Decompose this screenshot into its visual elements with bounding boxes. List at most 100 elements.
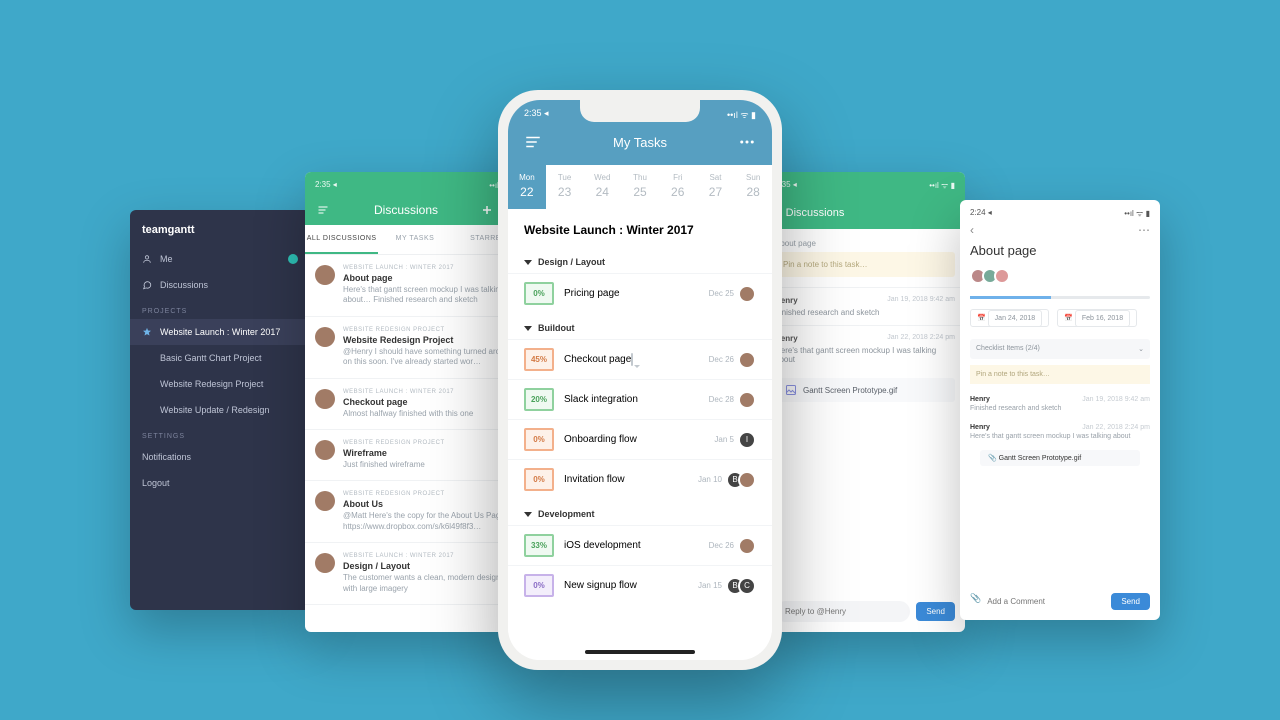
project-item[interactable]: Website Update / Redesign (130, 397, 310, 423)
section-settings: Settings (130, 423, 310, 444)
day-tue[interactable]: Tue 23 (546, 165, 584, 209)
chevron-down-icon: ⌄ (1138, 345, 1144, 353)
nav-me[interactable]: Me (130, 246, 310, 272)
send-button[interactable]: Send (916, 602, 955, 621)
task-date: Jan 10 (698, 475, 722, 484)
attach-icon[interactable]: 📎 (970, 593, 981, 610)
date-start[interactable]: 📅 Jan 24, 2018 (970, 309, 1049, 327)
home-indicator[interactable] (585, 650, 695, 654)
screen-title: My Tasks (613, 135, 667, 150)
assignee-avatars[interactable] (960, 268, 1160, 292)
checklist-toggle[interactable]: Checklist Items (2/4)⌄ (970, 339, 1150, 359)
task-date: Dec 28 (709, 395, 734, 404)
menu-icon[interactable] (315, 204, 331, 216)
avatar: C (738, 577, 756, 595)
task-row[interactable]: 0% New signup flow Jan 15 BC (508, 565, 772, 605)
more-icon[interactable] (738, 133, 756, 151)
comment: HenryJan 22, 2018 2:24 pm Here's that ga… (960, 418, 1160, 446)
avatar (315, 389, 335, 409)
task-percent: 33% (524, 534, 554, 557)
task-row[interactable]: 45% Checkout page Dec 26 (508, 339, 772, 379)
reply-input[interactable] (775, 601, 910, 622)
star-icon (142, 327, 152, 337)
task-group-header[interactable]: Design / Layout (508, 247, 772, 273)
page-title: About page (960, 237, 1160, 268)
item-project: Website Launch : Winter 2017 (343, 389, 515, 395)
task-row[interactable]: 0% Pricing page Dec 25 (508, 273, 772, 313)
task-row[interactable]: 20% Slack integration Dec 28 (508, 379, 772, 419)
task-date: Jan 15 (698, 581, 722, 590)
task-percent: 0% (524, 574, 554, 597)
tab-my-tasks[interactable]: My Tasks (378, 225, 451, 254)
task-percent: 20% (524, 388, 554, 411)
week-day-selector: Mon 22 Tue 23 Wed 24 Thu 25 Fri 26 Sat 2… (508, 165, 772, 209)
phone-frame: 2:35 ◂••ıl ᯤ ▮ My Tasks Mon 22 Tue 23 We… (498, 90, 782, 670)
item-preview: @Matt Here's the copy for the About Us P… (343, 511, 515, 532)
day-sat[interactable]: Sat 27 (697, 165, 735, 209)
task-group-header[interactable]: Development (508, 499, 772, 525)
day-fri[interactable]: Fri 26 (659, 165, 697, 209)
more-icon[interactable]: ⋯ (1138, 223, 1150, 237)
avatar (738, 537, 756, 555)
collapse-icon (524, 326, 532, 331)
day-wed[interactable]: Wed 24 (583, 165, 621, 209)
my-tasks-screen: 2:35 ◂••ıl ᯤ ▮ My Tasks Mon 22 Tue 23 We… (508, 100, 772, 660)
comment-date: Jan 19, 2018 9:42 am (887, 296, 955, 303)
pinned-note-input[interactable]: Pin a note to this task… (775, 252, 955, 277)
pinned-note-input[interactable]: Pin a note to this task… (970, 365, 1150, 384)
item-project: Website Launch : Winter 2017 (343, 265, 515, 271)
task-name: Pricing page (564, 288, 699, 299)
discussion-item[interactable]: Website Launch : Winter 2017 Checkout pa… (305, 379, 525, 430)
task-row[interactable]: 0% Onboarding flow Jan 5 I (508, 419, 772, 459)
task-percent: 0% (524, 468, 554, 491)
discussion-item[interactable]: Website Launch : Winter 2017 Design / La… (305, 543, 525, 605)
comment: HenryJan 19, 2018 9:42 am Finished resea… (960, 390, 1160, 418)
task-name: Slack integration (564, 394, 699, 405)
task-name: Checkout page (564, 354, 699, 365)
discussion-item[interactable]: Website Redesign Project Wireframe Just … (305, 430, 525, 481)
discussion-item[interactable]: Website Redesign Project About Us @Matt … (305, 481, 525, 543)
item-project: Website Launch : Winter 2017 (343, 553, 515, 559)
status-icons: ••ıl ᯤ ▮ (929, 180, 955, 191)
back-icon[interactable]: ‹ (970, 223, 974, 237)
discussions-screen: 2:35 ◂••ıl ᯤ ▮ Discussions All Discussio… (305, 172, 525, 632)
chat-icon (142, 280, 152, 290)
collapse-icon (524, 260, 532, 265)
task-detail-screen: 2:35 ◂••ıl ᯤ ▮ ‹ Discussions About page … (765, 172, 965, 632)
notification-dot (288, 254, 298, 264)
attachment[interactable]: 📎 Gantt Screen Prototype.gif (980, 450, 1140, 466)
avatar: I (738, 431, 756, 449)
nav-logout[interactable]: Logout (130, 470, 310, 496)
status-time: 2:35 ◂ (524, 108, 549, 121)
project-item[interactable]: Website Redesign Project (130, 371, 310, 397)
back-label[interactable]: Discussions (786, 207, 845, 219)
tab-all[interactable]: All Discussions (305, 225, 378, 254)
discussion-item[interactable]: Website Redesign Project Website Redesig… (305, 317, 525, 379)
section-projects: Projects (130, 298, 310, 319)
task-group-header[interactable]: Buildout (508, 313, 772, 339)
day-mon[interactable]: Mon 22 (508, 165, 546, 209)
attachment[interactable]: Gantt Screen Prototype.gif (775, 378, 955, 402)
item-project: Website Redesign Project (343, 440, 515, 446)
day-thu[interactable]: Thu 25 (621, 165, 659, 209)
item-preview: Almost halfway finished with this one (343, 409, 515, 419)
day-sun[interactable]: Sun 28 (734, 165, 772, 209)
screen-title: Discussions (374, 203, 438, 217)
add-icon[interactable] (481, 204, 493, 216)
comment-icon (631, 353, 633, 366)
menu-icon[interactable] (524, 133, 542, 151)
send-button[interactable]: Send (1111, 593, 1150, 610)
task-row[interactable]: 0% Invitation flow Jan 10 B (508, 459, 772, 499)
project-item[interactable]: Basic Gantt Chart Project (130, 345, 310, 371)
project-item[interactable]: Website Launch : Winter 2017 (130, 319, 310, 345)
item-preview: Here's that gantt screen mockup I was ta… (343, 285, 515, 306)
date-end[interactable]: 📅 Feb 16, 2018 (1057, 309, 1137, 327)
discussion-item[interactable]: Website Launch : Winter 2017 About page … (305, 255, 525, 317)
avatar (315, 440, 335, 460)
nav-discussions[interactable]: Discussions (130, 272, 310, 298)
comment-text: Here's that gantt screen mockup I was ta… (775, 346, 955, 364)
add-comment-input[interactable] (987, 593, 1105, 610)
item-project: Website Redesign Project (343, 327, 515, 333)
nav-notifications[interactable]: Notifications (130, 444, 310, 470)
task-row[interactable]: 33% iOS development Dec 26 (508, 525, 772, 565)
